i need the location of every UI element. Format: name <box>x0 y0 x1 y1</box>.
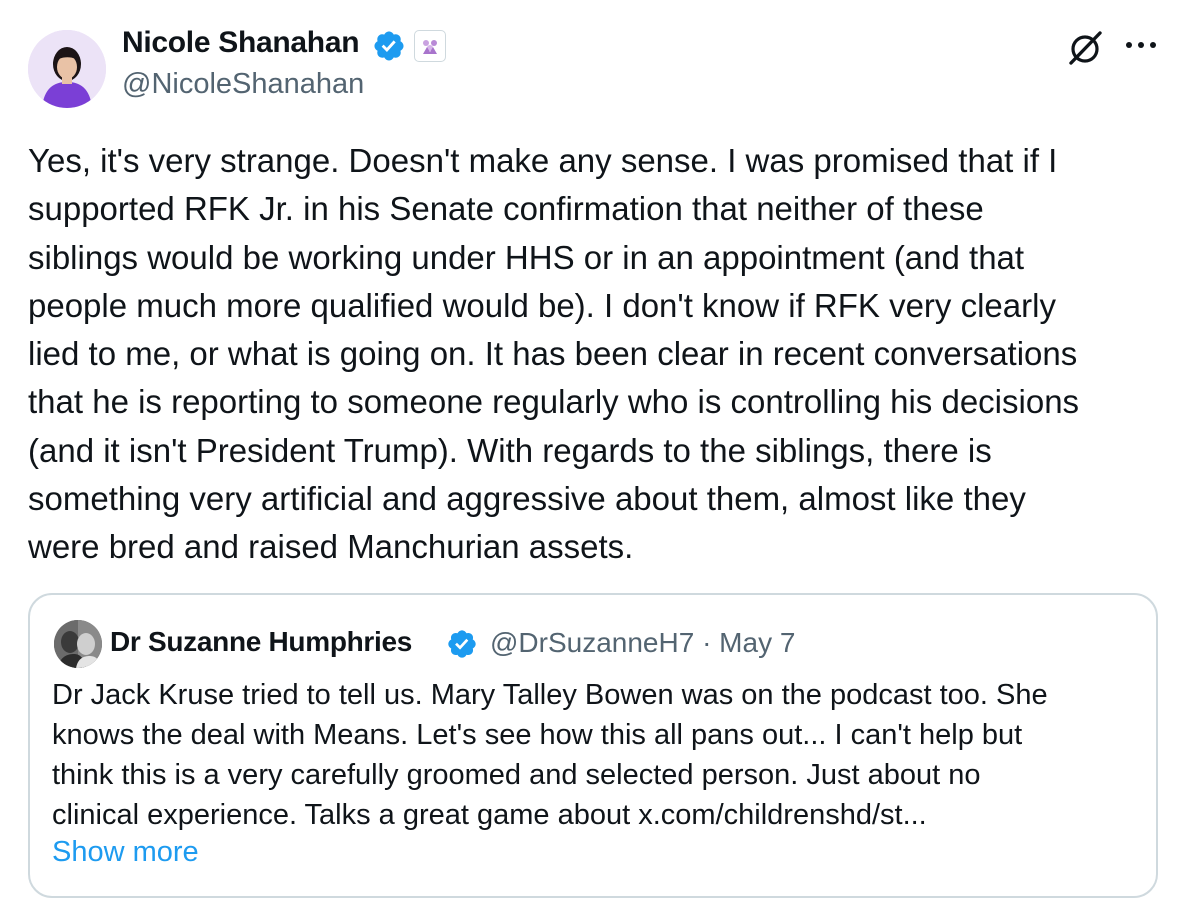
verified-badge-icon <box>448 630 476 658</box>
quoted-author-avatar[interactable] <box>54 620 102 668</box>
tweet-text-line: that he is reporting to someone regularl… <box>28 383 1080 421</box>
tweet-text-line: were bred and raised Manchurian assets. <box>28 528 634 566</box>
more-options-icon[interactable] <box>1124 40 1158 50</box>
author-avatar[interactable] <box>28 30 106 108</box>
quoted-text-line: Dr Jack Kruse tried to tell us. Mary Tal… <box>52 679 1048 711</box>
quoted-text-line: think this is a very carefully groomed a… <box>52 759 981 791</box>
affiliate-badge-icon[interactable] <box>414 30 446 62</box>
author-handle[interactable]: @NicoleShanahan <box>122 68 364 101</box>
tweet-text-line: Yes, it's very strange. Doesn't make any… <box>28 142 1058 179</box>
quoted-tweet-text: Dr Jack Kruse tried to tell us. Mary Tal… <box>52 675 1142 835</box>
quoted-text-line: knows the deal with Means. Let's see how… <box>52 719 1023 751</box>
grok-icon[interactable] <box>1066 28 1106 68</box>
tweet-text-line: siblings would be working under HHS or i… <box>28 238 1025 276</box>
quoted-tweet-card[interactable]: Dr Suzanne Humphries @DrSuzanneH7 · May … <box>28 593 1158 898</box>
tweet-text-line: people much more qualified would be). I … <box>28 286 1056 324</box>
tweet-text-line: something very artificial and aggressive… <box>28 480 1026 518</box>
tweet-text: Yes, it's very strange. Doesn't make any… <box>28 137 1168 572</box>
quoted-author-name[interactable]: Dr Suzanne Humphries <box>110 626 412 658</box>
quoted-author-handle-date[interactable]: @DrSuzanneH7 · May 7 <box>490 627 795 659</box>
show-more-link[interactable]: Show more <box>52 836 199 869</box>
verified-badge-icon <box>374 31 404 61</box>
tweet-text-line: lied to me, or what is going on. It has … <box>28 335 1078 373</box>
quoted-text-line: clinical experience. Talks a great game … <box>52 799 927 831</box>
tweet-text-line: supported RFK Jr. in his Senate confirma… <box>28 190 984 228</box>
tweet: Nicole Shanahan @NicoleShanahan Yes, it'… <box>0 0 1192 910</box>
tweet-text-line: (and it isn't President Trump). With reg… <box>28 431 992 469</box>
author-name[interactable]: Nicole Shanahan <box>122 26 360 60</box>
